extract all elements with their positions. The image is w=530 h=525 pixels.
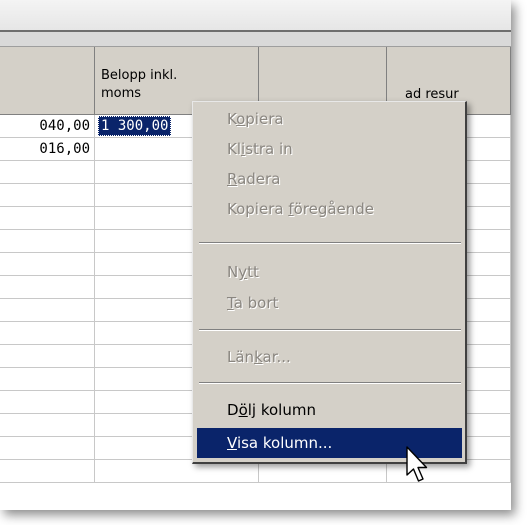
cell-empty[interactable] — [0, 460, 95, 483]
menu-item-copy[interactable]: Kopiera — [197, 104, 462, 134]
cell-empty[interactable] — [0, 276, 95, 299]
mouse-pointer-icon — [406, 446, 428, 482]
menu-item-remove[interactable]: Ta bort — [197, 288, 462, 318]
toolbar-band — [0, 0, 511, 31]
cell-previous[interactable]: 040,00 — [0, 115, 95, 138]
column-header-label: ad resur — [405, 87, 459, 102]
menu-item-delete[interactable]: Radera — [197, 164, 462, 194]
app-window: Belopp inkl. moms ad resur 040,00 1 300,… — [0, 0, 511, 510]
cell-empty[interactable] — [0, 437, 95, 460]
header-strip — [0, 32, 511, 47]
menu-item-links[interactable]: Länkar... — [197, 342, 462, 372]
column-header-previous[interactable] — [0, 47, 95, 115]
cell-empty[interactable] — [0, 299, 95, 322]
cell-empty[interactable] — [0, 161, 95, 184]
cell-empty[interactable] — [0, 391, 95, 414]
selected-cell-value[interactable]: 1 300,00 — [98, 116, 172, 136]
menu-item-paste[interactable]: Klistra in — [197, 134, 462, 164]
menu-separator — [199, 242, 461, 244]
cell-empty[interactable] — [0, 253, 95, 276]
cell-previous[interactable]: 016,00 — [0, 138, 95, 161]
cell-empty[interactable] — [0, 322, 95, 345]
cell-empty[interactable] — [0, 184, 95, 207]
cell-empty[interactable] — [0, 414, 95, 437]
cell-empty[interactable] — [0, 230, 95, 253]
cell-empty[interactable] — [0, 368, 95, 391]
menu-item-hide-column[interactable]: Dölj kolumn — [197, 395, 462, 425]
context-menu: Kopiera Klistra in Radera Kopiera föregå… — [192, 101, 467, 464]
menu-separator — [199, 329, 461, 331]
cell-empty[interactable] — [0, 345, 95, 368]
column-header-label: Belopp inkl. moms — [101, 68, 178, 101]
menu-separator — [199, 382, 461, 384]
menu-item-copy-previous[interactable]: Kopiera föregående — [197, 194, 462, 224]
cell-empty[interactable] — [0, 207, 95, 230]
menu-item-new[interactable]: Nytt — [197, 257, 462, 287]
